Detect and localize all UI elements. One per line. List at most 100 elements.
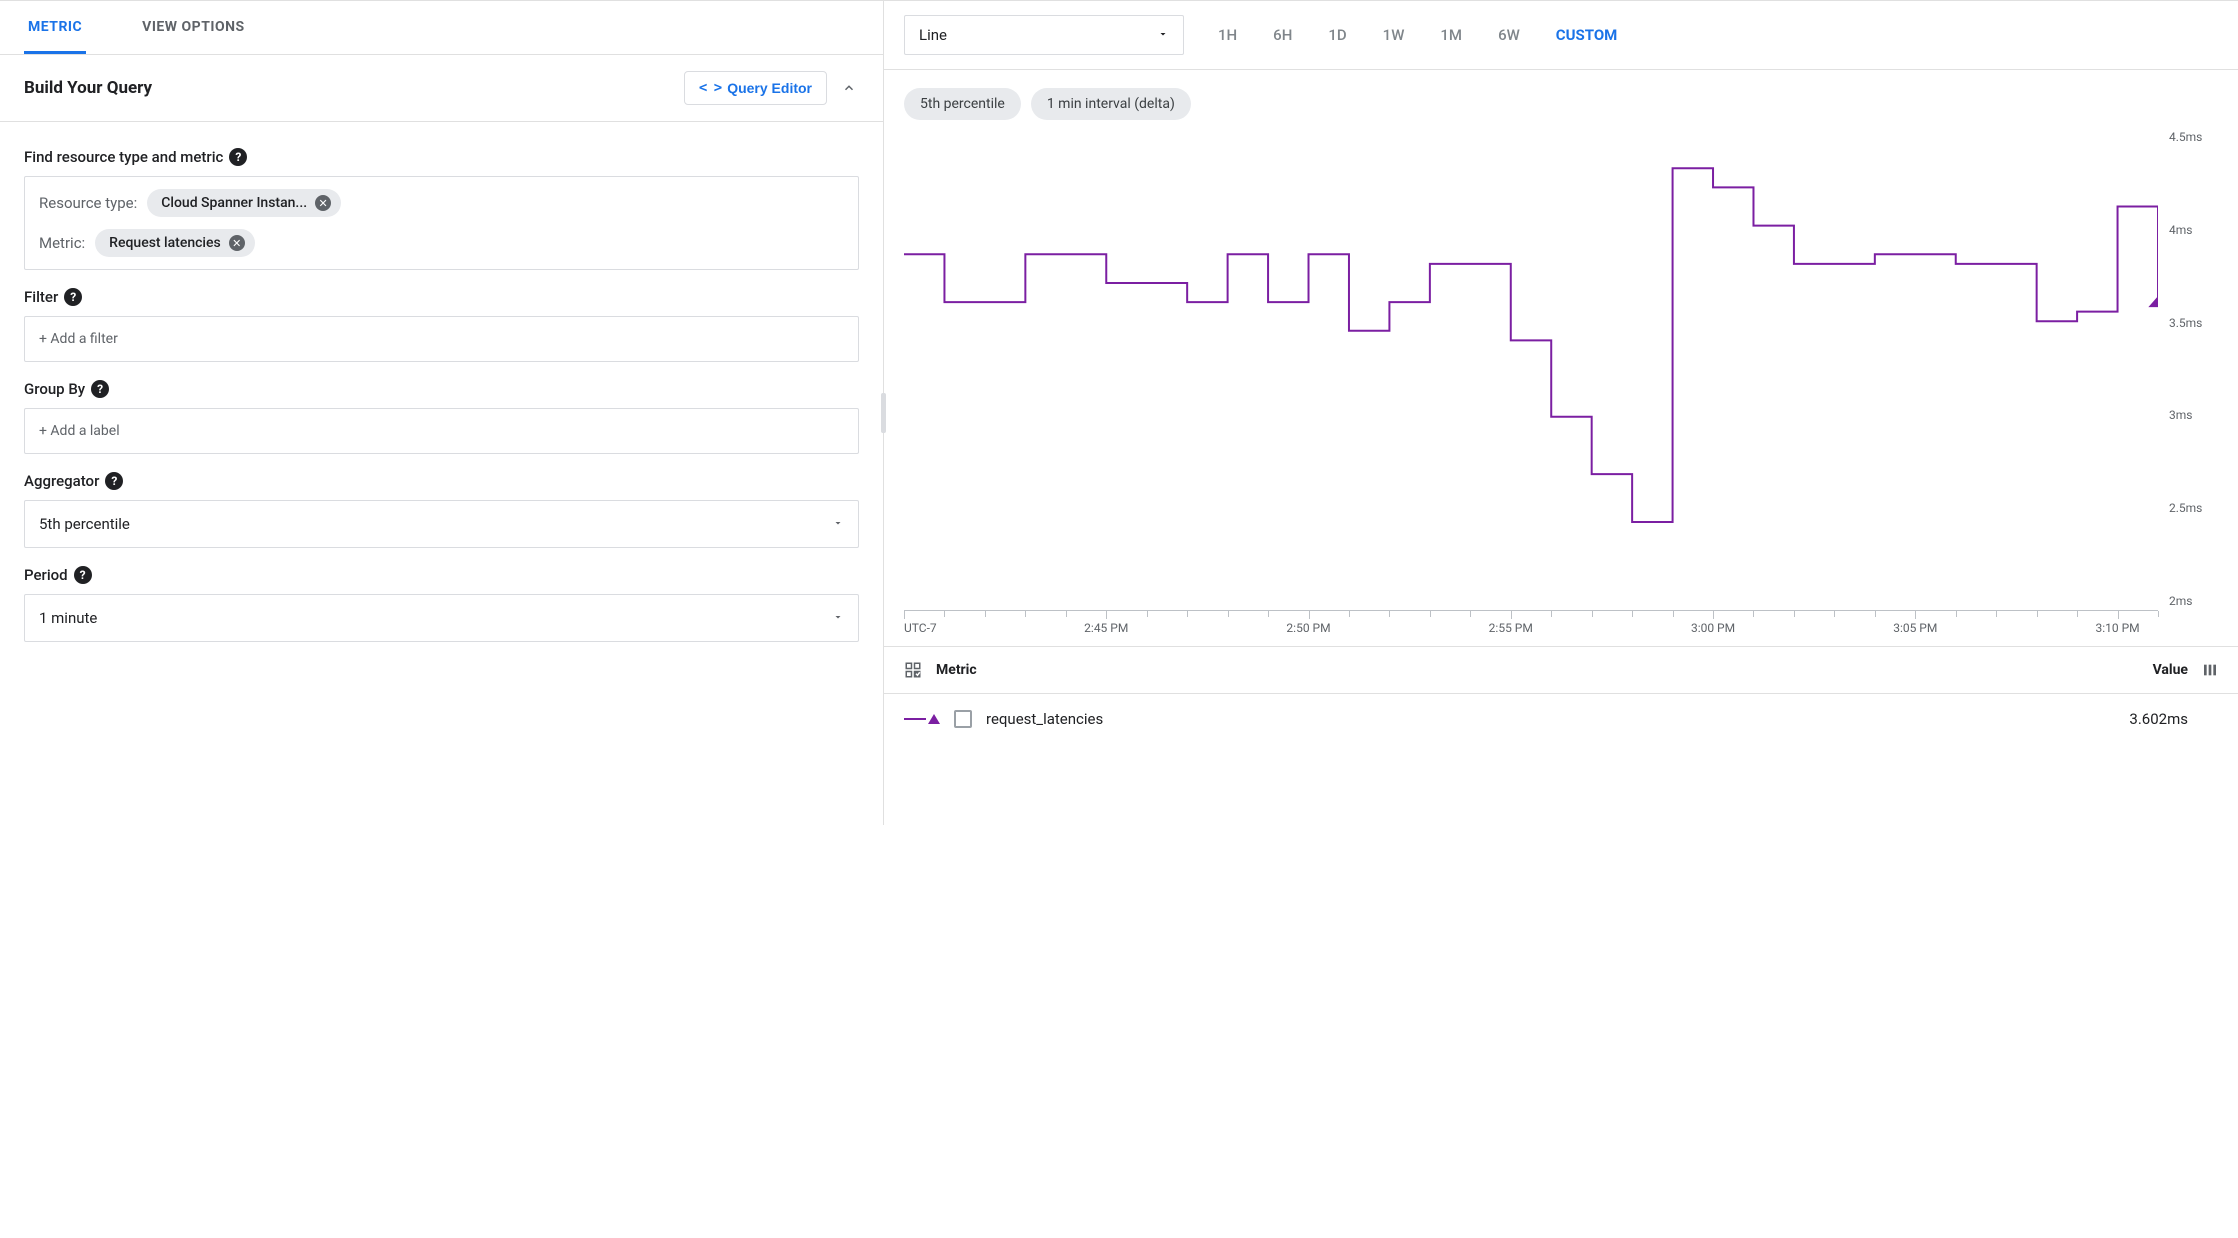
period-block: Period ? 1 minute [24, 566, 859, 642]
x-tick-label: 3:05 PM [1893, 621, 1937, 635]
range-btn-1d[interactable]: 1D [1310, 16, 1364, 54]
x-tick [1106, 611, 1107, 619]
range-btn-custom[interactable]: CUSTOM [1538, 16, 1636, 54]
x-tick [2037, 611, 2038, 617]
period-select[interactable]: 1 minute [24, 594, 859, 642]
x-tick [1915, 611, 1916, 619]
chevron-down-icon [1157, 26, 1169, 44]
aggregator-select[interactable]: 5th percentile [24, 500, 859, 548]
columns-icon[interactable] [2202, 662, 2218, 678]
help-icon[interactable]: ? [229, 148, 247, 166]
resize-handle[interactable] [881, 393, 886, 433]
filter-input[interactable]: + Add a filter [24, 316, 859, 362]
x-tick-label: 3:00 PM [1691, 621, 1735, 635]
grid-select-icon[interactable] [904, 661, 922, 679]
x-tick-label: 2:45 PM [1084, 621, 1128, 635]
left-panel: METRIC VIEW OPTIONS Build Your Query < >… [0, 1, 884, 825]
y-tick-label: 2ms [2169, 594, 2218, 608]
app-root: METRIC VIEW OPTIONS Build Your Query < >… [0, 0, 2238, 825]
resource-metric-box: Resource type: Cloud Spanner Instan... ✕… [24, 176, 859, 270]
filter-block: Filter ? + Add a filter [24, 288, 859, 362]
help-icon[interactable]: ? [91, 380, 109, 398]
x-tick [1147, 611, 1148, 617]
code-icon: < > [699, 80, 721, 96]
tab-view-options[interactable]: VIEW OPTIONS [138, 1, 248, 54]
chart-toolbar: Line 1H6H1D1W1M6WCUSTOM [884, 1, 2238, 70]
y-tick-label: 3ms [2169, 408, 2218, 422]
tab-metric[interactable]: METRIC [24, 1, 86, 54]
series-checkbox[interactable] [954, 710, 972, 728]
help-icon[interactable]: ? [74, 566, 92, 584]
x-tick [1349, 611, 1350, 617]
chart-wrapper: 4.5ms4ms3.5ms3ms2.5ms2ms UTC-7 2:45 PM2:… [888, 130, 2218, 640]
metric-row: Metric: Request latencies ✕ [39, 229, 844, 257]
x-tick [1309, 611, 1310, 619]
chevron-down-icon [832, 515, 844, 533]
x-tick [1713, 611, 1714, 619]
x-tick [1875, 611, 1876, 617]
close-icon[interactable]: ✕ [315, 195, 331, 211]
resource-type-chip[interactable]: Cloud Spanner Instan... ✕ [147, 189, 341, 217]
x-tick [1228, 611, 1229, 617]
legend-metric-header: Metric [936, 662, 977, 678]
chart-area: 5th percentile 1 min interval (delta) 4.… [884, 70, 2238, 640]
x-tick [2158, 611, 2159, 617]
x-tick [1389, 611, 1390, 617]
x-tick [1996, 611, 1997, 617]
right-panel: Line 1H6H1D1W1M6WCUSTOM 5th percentile 1… [884, 1, 2238, 825]
query-editor-button[interactable]: < > Query Editor [684, 71, 827, 105]
series-name: request_latencies [986, 710, 1103, 728]
range-btn-1w[interactable]: 1W [1365, 16, 1423, 54]
legend-header: Metric Value [884, 647, 2238, 694]
resource-type-row: Resource type: Cloud Spanner Instan... ✕ [39, 189, 844, 217]
metric-key: Metric: [39, 234, 85, 252]
series-value: 3.602ms [2129, 710, 2188, 728]
x-tick-label: 3:10 PM [2095, 621, 2139, 635]
x-tick [1632, 611, 1633, 617]
chart-svg [904, 130, 2158, 608]
y-tick-label: 3.5ms [2169, 316, 2218, 330]
build-query-section: Build Your Query < > Query Editor [0, 55, 883, 122]
x-tick [2118, 611, 2119, 619]
build-query-title: Build Your Query [24, 78, 672, 98]
groupby-input[interactable]: + Add a label [24, 408, 859, 454]
range-btn-6h[interactable]: 6H [1255, 16, 1310, 54]
x-tick [1956, 611, 1957, 617]
chevron-down-icon [832, 609, 844, 627]
pill-percentile: 5th percentile [904, 88, 1021, 120]
help-icon[interactable]: ? [64, 288, 82, 306]
collapse-icon[interactable] [839, 78, 859, 98]
x-tick [1551, 611, 1552, 617]
y-tick-label: 4ms [2169, 223, 2218, 237]
range-btn-1h[interactable]: 1H [1200, 16, 1255, 54]
x-axis: UTC-7 2:45 PM2:50 PM2:55 PM3:00 PM3:05 P… [904, 610, 2158, 640]
x-tick-label: 2:50 PM [1286, 621, 1330, 635]
resource-type-key: Resource type: [39, 194, 137, 212]
find-metric-block: Find resource type and metric ? Resource… [24, 148, 859, 270]
build-query-header: Build Your Query < > Query Editor [0, 55, 883, 121]
y-tick-label: 4.5ms [2169, 130, 2218, 144]
chart-plot[interactable] [904, 130, 2158, 608]
aggregator-label: Aggregator ? [24, 472, 859, 490]
sidebar-tabs: METRIC VIEW OPTIONS [0, 1, 883, 55]
range-btn-1m[interactable]: 1M [1422, 16, 1480, 54]
x-tick [1025, 611, 1026, 617]
query-editor-label: Query Editor [727, 80, 812, 96]
range-btn-6w[interactable]: 6W [1480, 16, 1538, 54]
time-range-buttons: 1H6H1D1W1M6WCUSTOM [1200, 16, 1635, 54]
close-icon[interactable]: ✕ [229, 235, 245, 251]
groupby-block: Group By ? + Add a label [24, 380, 859, 454]
help-icon[interactable]: ? [105, 472, 123, 490]
y-tick-label: 2.5ms [2169, 501, 2218, 515]
metric-chip[interactable]: Request latencies ✕ [95, 229, 255, 257]
chart-pills: 5th percentile 1 min interval (delta) [904, 88, 2218, 120]
build-query-body: Find resource type and metric ? Resource… [0, 122, 883, 674]
x-tick [1511, 611, 1512, 619]
legend-row[interactable]: request_latencies 3.602ms [884, 694, 2238, 744]
x-tick [1268, 611, 1269, 617]
chart-type-select[interactable]: Line [904, 15, 1184, 55]
series-marker-icon [904, 714, 940, 724]
x-tick [1470, 611, 1471, 617]
x-tick [1794, 611, 1795, 617]
x-tick [1187, 611, 1188, 617]
